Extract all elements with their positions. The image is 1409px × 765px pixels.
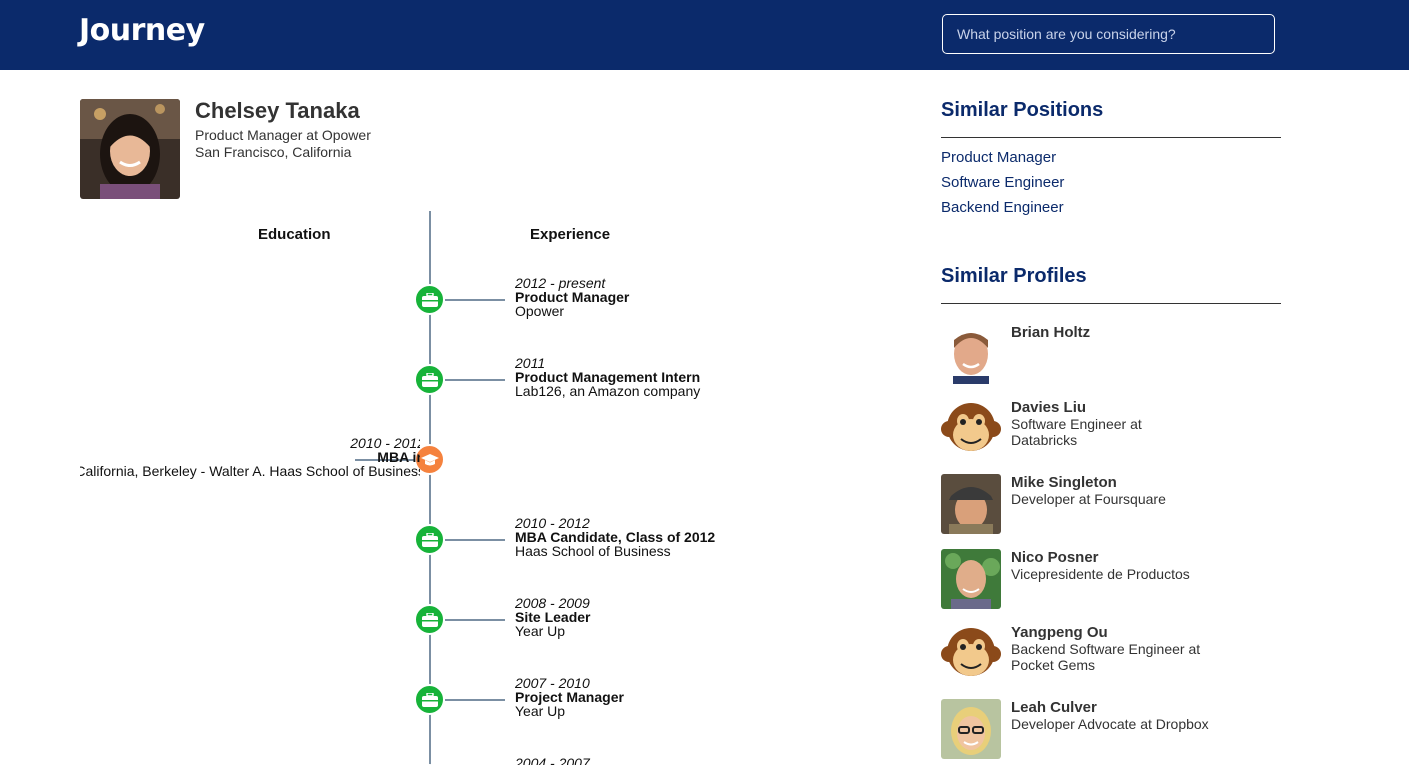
- similar-profile-card[interactable]: Nico Posner Vicepresidente de Productos: [941, 549, 1281, 611]
- monkey-avatar-icon: [941, 399, 1001, 459]
- position-link-product-manager[interactable]: Product Manager: [941, 149, 1056, 166]
- similar-profile-desc: Developer at Foursquare: [1011, 491, 1166, 507]
- similar-positions-title: Similar Positions: [941, 99, 1104, 121]
- profile-photo: [941, 474, 1001, 534]
- similar-profile-name[interactable]: Brian Holtz: [1011, 324, 1090, 341]
- experience-date: 2004 - 2007: [515, 755, 590, 765]
- position-search-input[interactable]: [942, 14, 1275, 54]
- profile-photo: [941, 699, 1001, 759]
- section-divider: [941, 303, 1281, 304]
- education-text-clip: 2010 - 2012 MBA in University of Califor…: [80, 0, 420, 765]
- similar-profile-name[interactable]: Leah Culver: [1011, 699, 1097, 716]
- section-divider: [941, 137, 1281, 138]
- education-title: MBA in: [377, 449, 420, 465]
- similar-profile-desc: Backend Software Engineer at Pocket Gems: [1011, 641, 1201, 673]
- similar-profile-name[interactable]: Yangpeng Ou: [1011, 624, 1108, 641]
- profile-photo: [941, 549, 1001, 609]
- similar-profile-desc: Software Engineer at Databricks: [1011, 416, 1142, 448]
- position-link-backend-engineer[interactable]: Backend Engineer: [941, 199, 1064, 216]
- education-date: 2010 - 2012: [350, 435, 420, 451]
- experience-item[interactable]: 2004 - 2007: [515, 756, 590, 765]
- similar-profile-desc: Vicepresidente de Productos: [1011, 566, 1190, 582]
- similar-profile-card[interactable]: Mike Singleton Developer at Foursquare: [941, 474, 1281, 536]
- similar-profiles-title: Similar Profiles: [941, 265, 1087, 287]
- similar-profile-card[interactable]: Yangpeng Ou Backend Software Engineer at…: [941, 624, 1281, 686]
- education-item[interactable]: 2010 - 2012 MBA in University of Califor…: [80, 436, 420, 478]
- similar-profile-card[interactable]: Brian Holtz: [941, 324, 1281, 386]
- similar-profile-card[interactable]: Leah Culver Developer Advocate at Dropbo…: [941, 699, 1281, 761]
- position-link-software-engineer[interactable]: Software Engineer: [941, 174, 1064, 191]
- similar-profile-name[interactable]: Nico Posner: [1011, 549, 1099, 566]
- similar-profile-desc: Developer Advocate at Dropbox: [1011, 716, 1209, 732]
- similar-profile-name[interactable]: Mike Singleton: [1011, 474, 1117, 491]
- education-school: University of California, Berkeley - Wal…: [80, 463, 420, 479]
- similar-profile-card[interactable]: Davies Liu Software Engineer at Databric…: [941, 399, 1281, 461]
- profile-photo: [941, 324, 1001, 384]
- similar-profile-name[interactable]: Davies Liu: [1011, 399, 1086, 416]
- monkey-avatar-icon: [941, 624, 1001, 684]
